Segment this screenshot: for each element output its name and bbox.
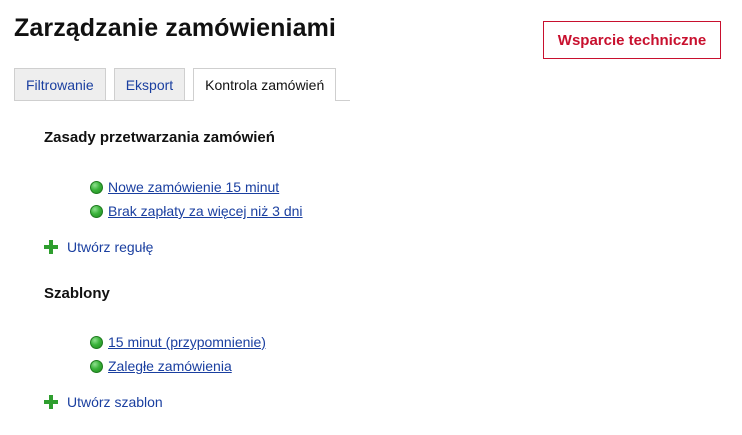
- green-dot-icon: [90, 359, 103, 373]
- rules-section-title: Zasady przetwarzania zamówień: [44, 129, 275, 146]
- rule-link-new-order-15min[interactable]: Nowe zamówienie 15 minut: [108, 179, 279, 195]
- tab-filtering[interactable]: Filtrowanie: [14, 68, 106, 100]
- template-link-15min-reminder[interactable]: 15 minut (przypomnienie): [108, 334, 266, 350]
- page-title: Zarządzanie zamówieniami: [14, 14, 336, 42]
- plus-icon: [44, 395, 58, 409]
- create-rule-label: Utwórz regułę: [67, 239, 154, 255]
- support-button[interactable]: Wsparcie techniczne: [543, 21, 721, 59]
- template-item: Zaległe zamówienia: [90, 358, 232, 374]
- plus-icon: [44, 240, 58, 254]
- green-dot-icon: [90, 204, 103, 218]
- create-rule-link[interactable]: Utwórz regułę: [44, 239, 153, 255]
- create-template-label: Utwórz szablon: [67, 394, 163, 410]
- template-item: 15 minut (przypomnienie): [90, 334, 266, 350]
- rule-item: Brak zapłaty za więcej niż 3 dni: [90, 203, 303, 219]
- tab-export[interactable]: Eksport: [113, 68, 186, 100]
- tab-bar: Filtrowanie Eksport Kontrola zamówień: [14, 68, 350, 101]
- tab-order-control[interactable]: Kontrola zamówień: [193, 68, 337, 101]
- rule-item: Nowe zamówienie 15 minut: [90, 179, 279, 195]
- green-dot-icon: [90, 180, 103, 194]
- create-template-link[interactable]: Utwórz szablon: [44, 394, 163, 410]
- green-dot-icon: [90, 335, 103, 349]
- templates-section-title: Szablony: [44, 285, 110, 302]
- template-link-overdue-orders[interactable]: Zaległe zamówienia: [108, 358, 232, 374]
- rule-link-no-payment-3days[interactable]: Brak zapłaty za więcej niż 3 dni: [108, 203, 303, 219]
